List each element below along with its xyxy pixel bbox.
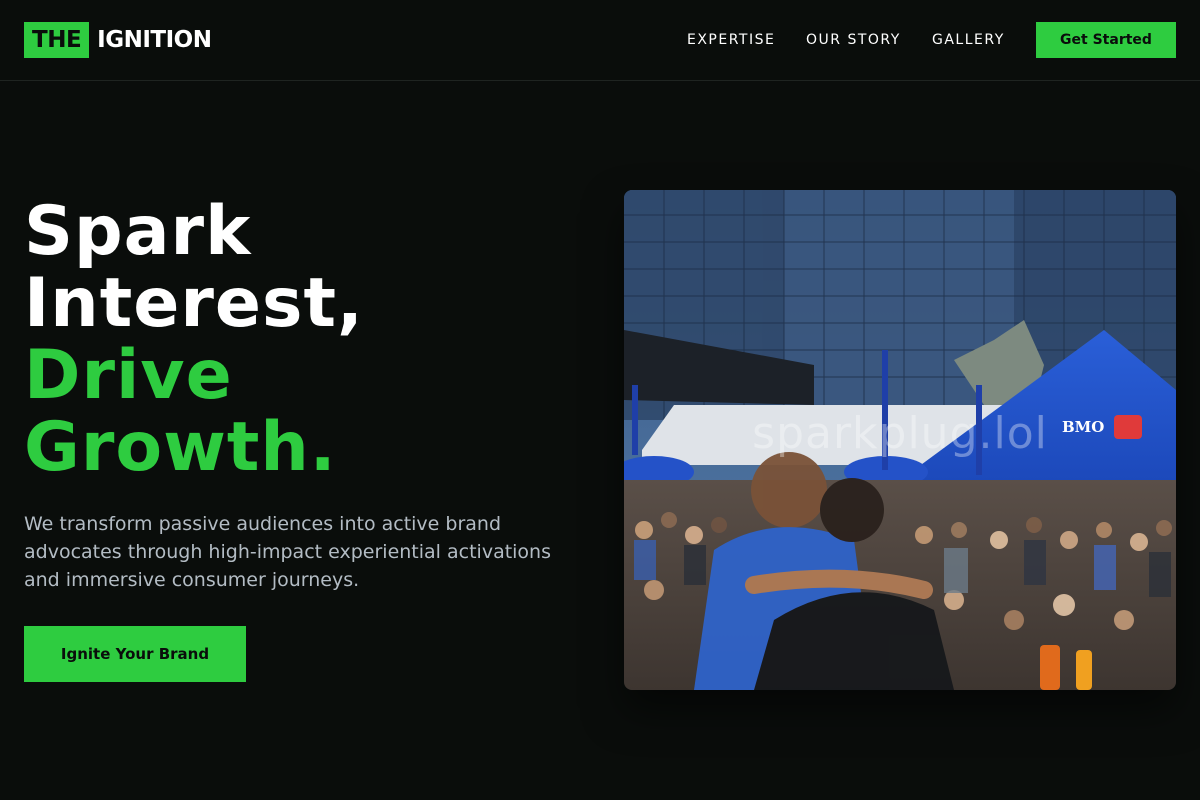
nav-link-gallery[interactable]: GALLERY (932, 32, 1005, 48)
get-started-button[interactable]: Get Started (1036, 22, 1176, 58)
hero-subtext: We transform passive audiences into acti… (24, 513, 551, 591)
ignite-your-brand-button[interactable]: Ignite Your Brand (24, 626, 246, 682)
photo-watermark: sparkplug.lol (752, 408, 1048, 459)
hero-headline: Spark Interest, Drive Growth. (24, 196, 584, 484)
logo-text: IGNITION (97, 27, 212, 53)
site-header: THE IGNITION EXPERTISE OUR STORY GALLERY… (0, 0, 1200, 81)
headline-line-4: Growth. (24, 408, 337, 487)
logo[interactable]: THE IGNITION (24, 22, 212, 58)
headline-line-1: Spark (24, 192, 252, 271)
nav-link-expertise[interactable]: EXPERTISE (687, 32, 775, 48)
nav-link-our-story[interactable]: OUR STORY (806, 32, 901, 48)
headline-line-3: Drive (24, 336, 233, 415)
logo-box: THE (24, 22, 90, 58)
headline-line-2: Interest, (24, 264, 364, 343)
hero-event-photo: BMO sparkplug.lol (624, 190, 1176, 690)
